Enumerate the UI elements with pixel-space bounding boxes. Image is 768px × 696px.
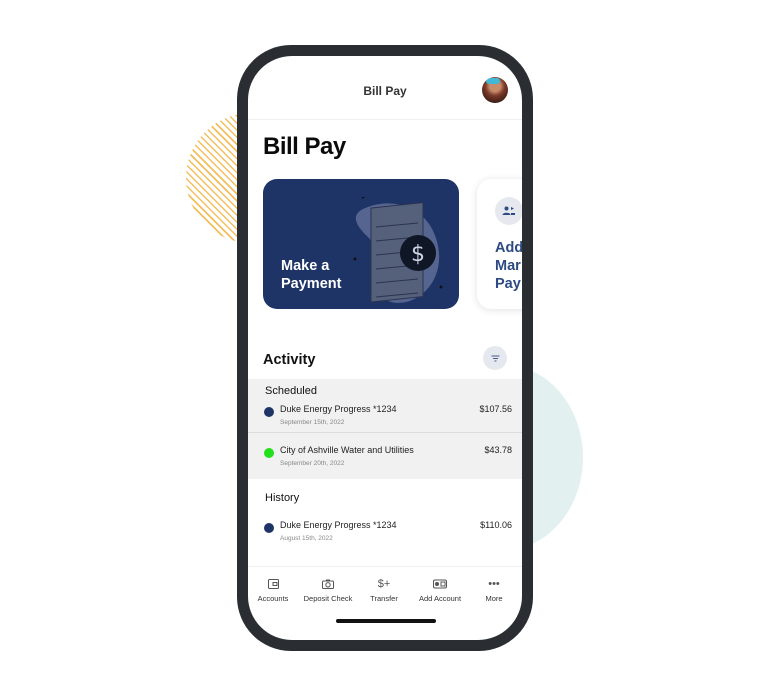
manage-payees-line1: Add (495, 240, 522, 256)
payment-amount: $110.06 (480, 520, 512, 530)
home-indicator[interactable] (336, 619, 436, 623)
make-payment-label: Make a Payment (281, 257, 341, 293)
manage-payees-line2: Mar (495, 258, 521, 274)
scheduled-payment-row[interactable]: City of Ashville Water and Utilities Sep… (248, 443, 522, 483)
scheduled-label: Scheduled (265, 385, 317, 397)
payment-date: September 15th, 2022 (280, 419, 345, 426)
top-nav-bar: Bill Pay (248, 56, 522, 120)
add-account-icon (412, 577, 468, 591)
avatar[interactable] (482, 77, 508, 103)
row-divider (248, 432, 522, 433)
more-dots-icon: ••• (488, 578, 500, 590)
wallet-icon (248, 577, 301, 591)
manage-payees-line3: Pay (495, 276, 521, 292)
svg-text:$: $ (411, 242, 425, 267)
tab-label: Add Account (418, 594, 462, 603)
payment-date: September 20th, 2022 (280, 460, 345, 467)
payee-name: Duke Energy Progress *1234 (280, 404, 397, 414)
activity-heading: Activity (263, 352, 316, 368)
tab-label: Deposit Check (303, 594, 353, 603)
make-payment-line2: Payment (281, 276, 342, 292)
manage-payees-card[interactable]: Add Mar Pay (477, 179, 522, 309)
dollar-plus-icon: $+ (377, 578, 391, 590)
payment-date: August 15th, 2022 (280, 535, 333, 542)
tab-deposit-check[interactable]: Deposit Check (300, 577, 356, 603)
scheduled-section: Scheduled Duke Energy Progress *1234 Sep… (248, 379, 522, 479)
payees-icon (495, 197, 522, 225)
payment-amount: $43.78 (484, 445, 512, 455)
make-payment-line1: Make a (281, 258, 330, 274)
page-title: Bill Pay (263, 133, 346, 160)
tab-accounts[interactable]: Accounts (248, 577, 301, 603)
status-dot (264, 523, 274, 533)
phone-screen: Bill Pay Bill Pay $ Make a Payment Add M… (248, 56, 522, 640)
scheduled-payment-row[interactable]: Duke Energy Progress *1234 September 15t… (248, 402, 522, 442)
payment-amount: $107.56 (479, 404, 512, 414)
tab-label: More (485, 594, 503, 603)
status-dot (264, 448, 274, 458)
payee-name: City of Ashville Water and Utilities (280, 445, 414, 455)
filter-icon (491, 355, 499, 361)
history-payment-row[interactable]: Duke Energy Progress *1234 August 15th, … (248, 518, 522, 558)
history-label: History (265, 492, 300, 504)
nav-title: Bill Pay (363, 84, 407, 98)
tab-add-account[interactable]: Add Account (412, 577, 468, 603)
manage-payees-label: Add Mar Pay (495, 239, 522, 293)
phone-frame: Bill Pay Bill Pay $ Make a Payment Add M… (237, 45, 533, 651)
tab-label: Transfer (370, 594, 398, 603)
tab-transfer[interactable]: $+ Transfer (356, 577, 412, 603)
dollar-document-illustration-icon: $ (353, 197, 443, 303)
tab-label: Accounts (257, 594, 289, 603)
status-dot (264, 407, 274, 417)
tab-more[interactable]: ••• More (466, 577, 522, 603)
make-payment-card[interactable]: $ Make a Payment (263, 179, 459, 309)
action-cards-carousel[interactable]: $ Make a Payment Add Mar Pay (263, 179, 522, 311)
payee-name: Duke Energy Progress *1234 (280, 520, 397, 530)
camera-icon (300, 577, 356, 591)
filter-button[interactable] (483, 346, 507, 370)
bottom-tab-bar: Accounts Deposit Check $+ Transfer Add A… (248, 566, 522, 640)
